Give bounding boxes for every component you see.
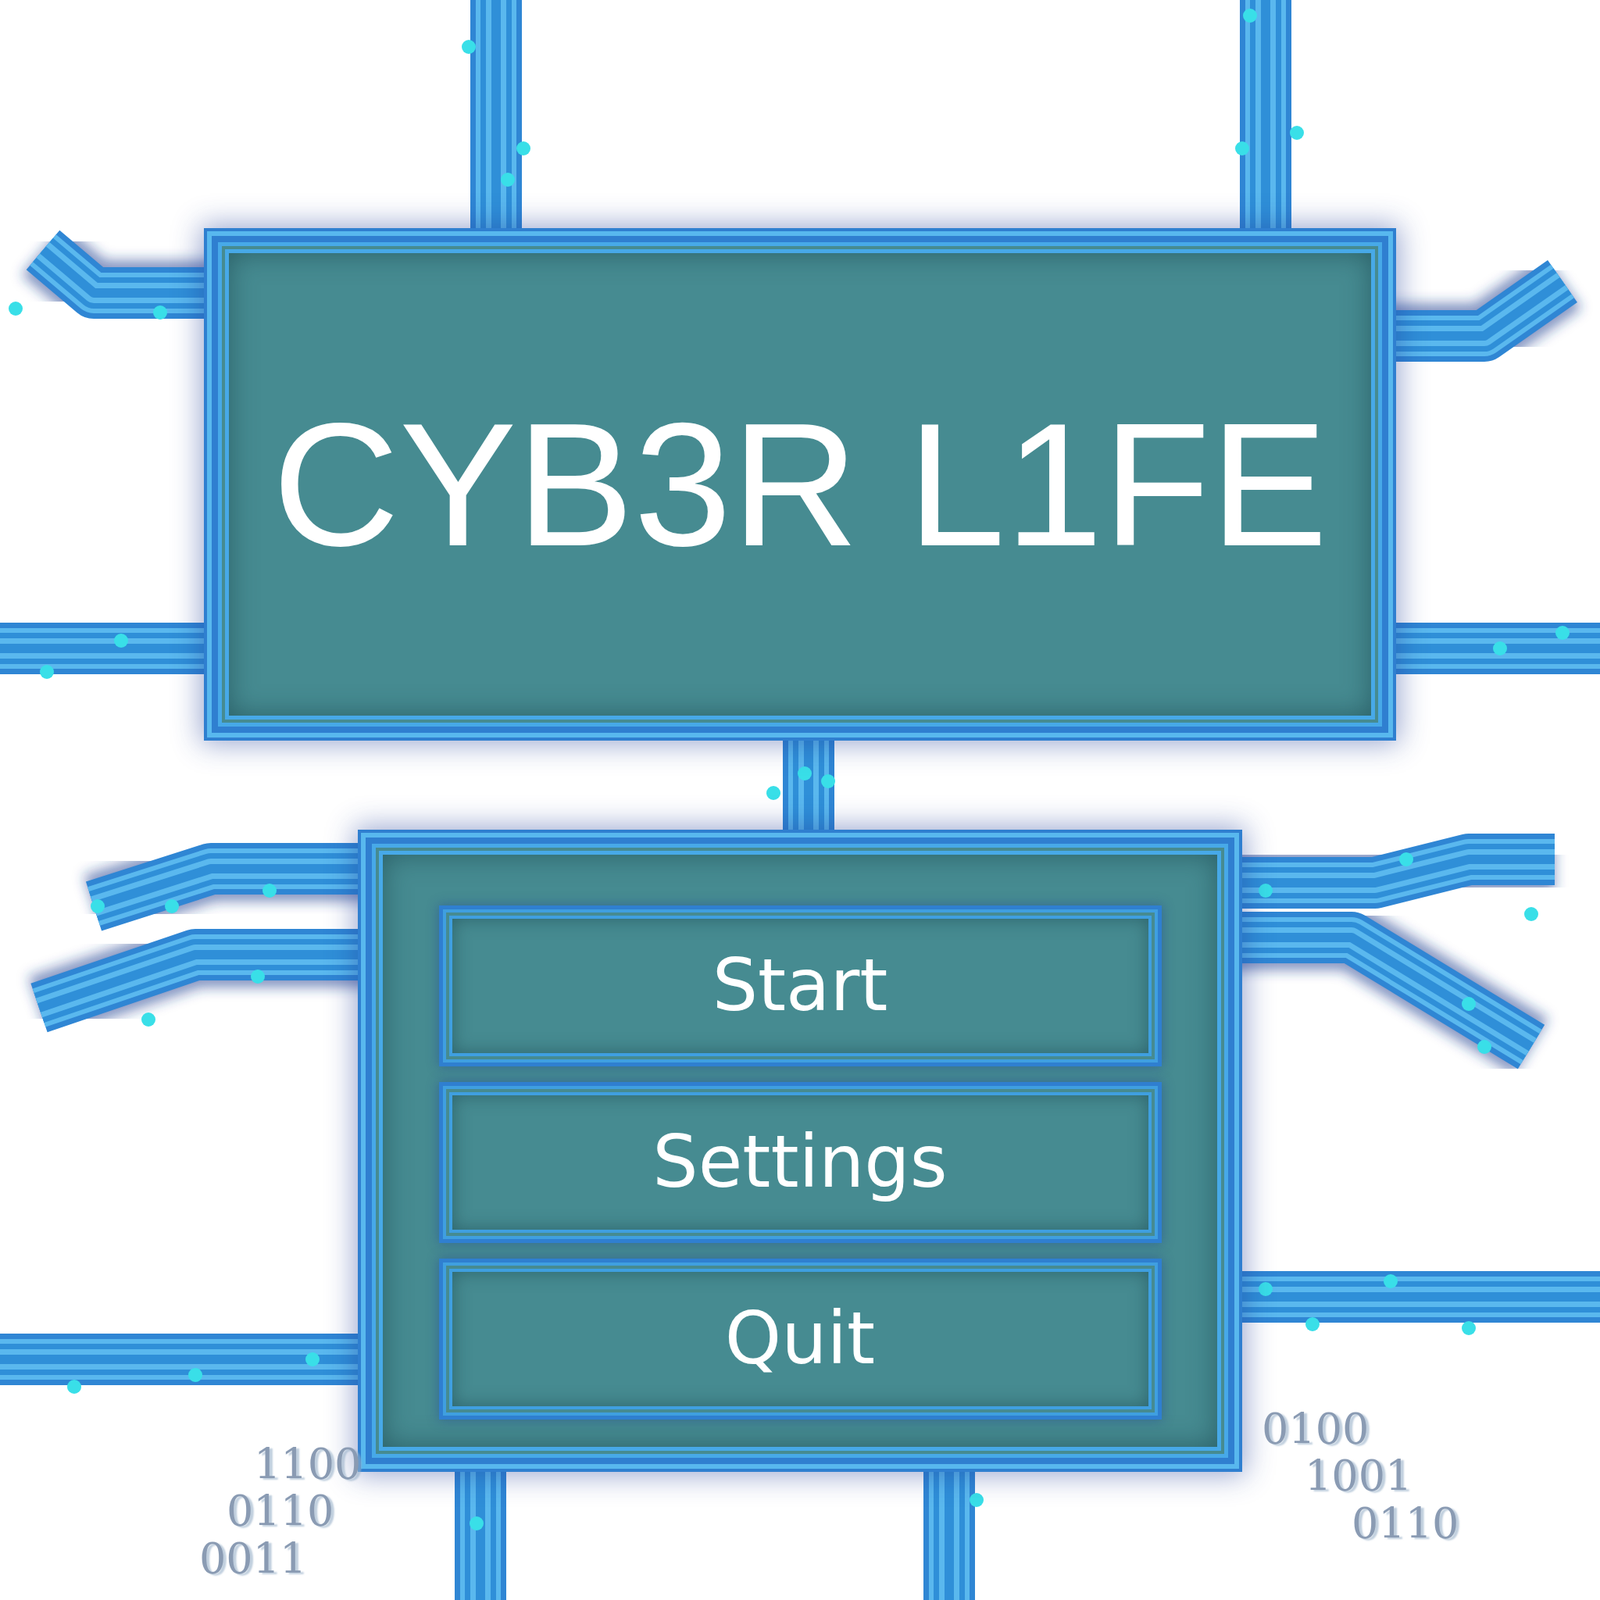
binary-text: 1100 (199, 1441, 361, 1489)
menu-button[interactable]: Start (442, 909, 1158, 1063)
binary-text: 0011 (199, 1535, 361, 1583)
menu-button[interactable]: Quit (442, 1262, 1158, 1416)
binary-text: 0100 (1261, 1406, 1459, 1454)
binary-text: 0110 (199, 1488, 361, 1536)
menu-panel: Start Settings Quit (371, 843, 1229, 1458)
game-title: CYB3R L1FE (272, 383, 1329, 586)
binary-text: 0110 (1261, 1500, 1459, 1548)
main-menu-screen: CYB3R L1FEStartSettingsQuit1100011000110… (0, 0, 1600, 1600)
binary-right: 010010010110 (1261, 1406, 1459, 1548)
binary-text: 1001 (1261, 1453, 1459, 1500)
title-panel: CYB3R L1FE (217, 242, 1383, 727)
binary-left: 110001100011 (199, 1441, 361, 1583)
menu-button[interactable]: Settings (442, 1085, 1158, 1240)
